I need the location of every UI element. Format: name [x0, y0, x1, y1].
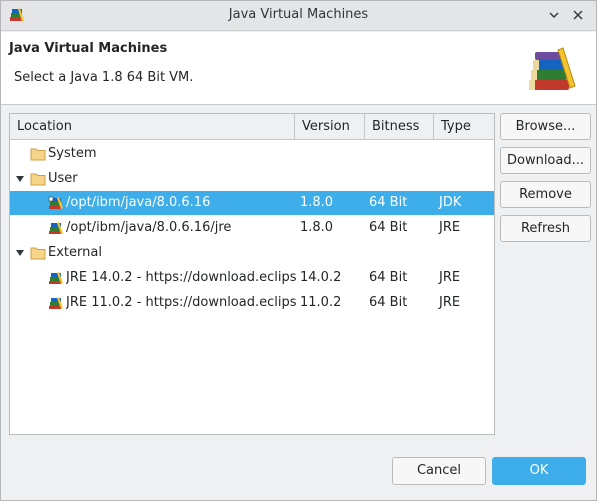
folder-icon	[30, 173, 46, 186]
jvm-table[interactable]: Location Version Bitness Type System Use…	[9, 113, 495, 435]
group-label: User	[48, 171, 78, 186]
title-bar[interactable]: Java Virtual Machines	[1, 1, 596, 31]
jvm-bitness: 64 Bit	[369, 195, 408, 210]
jvm-books-icon	[529, 47, 576, 90]
jvm-bitness: 64 Bit	[369, 270, 408, 285]
jvm-location: JRE 14.0.2 - https://download.eclipse.	[66, 270, 296, 285]
jvm-version: 1.8.0	[300, 220, 334, 235]
header-message: Select a Java 1.8 64 Bit VM.	[14, 70, 194, 85]
jvm-version: 14.0.2	[300, 270, 342, 285]
jre-icon	[49, 297, 63, 309]
group-label: System	[48, 146, 97, 161]
column-header-version[interactable]: Version	[295, 114, 365, 139]
download-button[interactable]: Download...	[500, 147, 591, 174]
table-row[interactable]: /opt/ibm/java/8.0.6.16/jre 1.8.0 64 Bit …	[10, 216, 494, 240]
tree-group-system[interactable]: System	[10, 142, 494, 166]
close-icon[interactable]	[569, 6, 587, 24]
refresh-button[interactable]: Refresh	[500, 215, 591, 242]
jvm-type: JDK	[439, 195, 462, 210]
ok-button[interactable]: OK	[492, 457, 586, 485]
chevron-down-icon[interactable]	[15, 249, 25, 257]
jre-icon	[49, 272, 63, 284]
jvm-bitness: 64 Bit	[369, 295, 408, 310]
group-label: External	[48, 245, 102, 260]
table-row[interactable]: JRE 14.0.2 - https://download.eclipse. 1…	[10, 266, 494, 290]
folder-icon	[30, 148, 46, 161]
dialog-header: Java Virtual Machines Select a Java 1.8 …	[1, 32, 596, 105]
jre-icon	[49, 222, 63, 234]
table-row[interactable]: /opt/ibm/java/8.0.6.16 1.8.0 64 Bit JDK	[10, 191, 494, 215]
jvm-version: 1.8.0	[300, 195, 334, 210]
jvm-type: JRE	[439, 220, 461, 235]
table-row[interactable]: JRE 11.0.2 - https://download.eclipse. 1…	[10, 291, 494, 315]
browse-button[interactable]: Browse...	[500, 113, 591, 140]
tree-group-external[interactable]: External	[10, 241, 494, 265]
folder-icon	[30, 247, 46, 260]
table-header: Location Version Bitness Type	[10, 114, 494, 140]
jvm-location: JRE 11.0.2 - https://download.eclipse.	[66, 295, 296, 310]
jvm-location: /opt/ibm/java/8.0.6.16/jre	[66, 220, 232, 235]
jvm-bitness: 64 Bit	[369, 220, 408, 235]
jvm-location: /opt/ibm/java/8.0.6.16	[66, 195, 211, 210]
tree-group-user[interactable]: User	[10, 167, 494, 191]
page-title: Java Virtual Machines	[9, 41, 168, 56]
jdk-icon	[48, 196, 63, 209]
dialog-window: Java Virtual Machines Java Virtual Machi…	[0, 0, 597, 501]
chevron-down-icon[interactable]	[15, 175, 25, 183]
jvm-type: JRE	[439, 270, 461, 285]
column-header-bitness[interactable]: Bitness	[365, 114, 434, 139]
jvm-version: 11.0.2	[300, 295, 342, 310]
window-title: Java Virtual Machines	[228, 7, 369, 22]
remove-button[interactable]: Remove	[500, 181, 591, 208]
column-header-type[interactable]: Type	[434, 114, 494, 139]
column-header-location[interactable]: Location	[10, 114, 295, 139]
minimize-icon[interactable]	[545, 6, 563, 24]
jvm-type: JRE	[439, 295, 461, 310]
cancel-button[interactable]: Cancel	[392, 457, 486, 485]
